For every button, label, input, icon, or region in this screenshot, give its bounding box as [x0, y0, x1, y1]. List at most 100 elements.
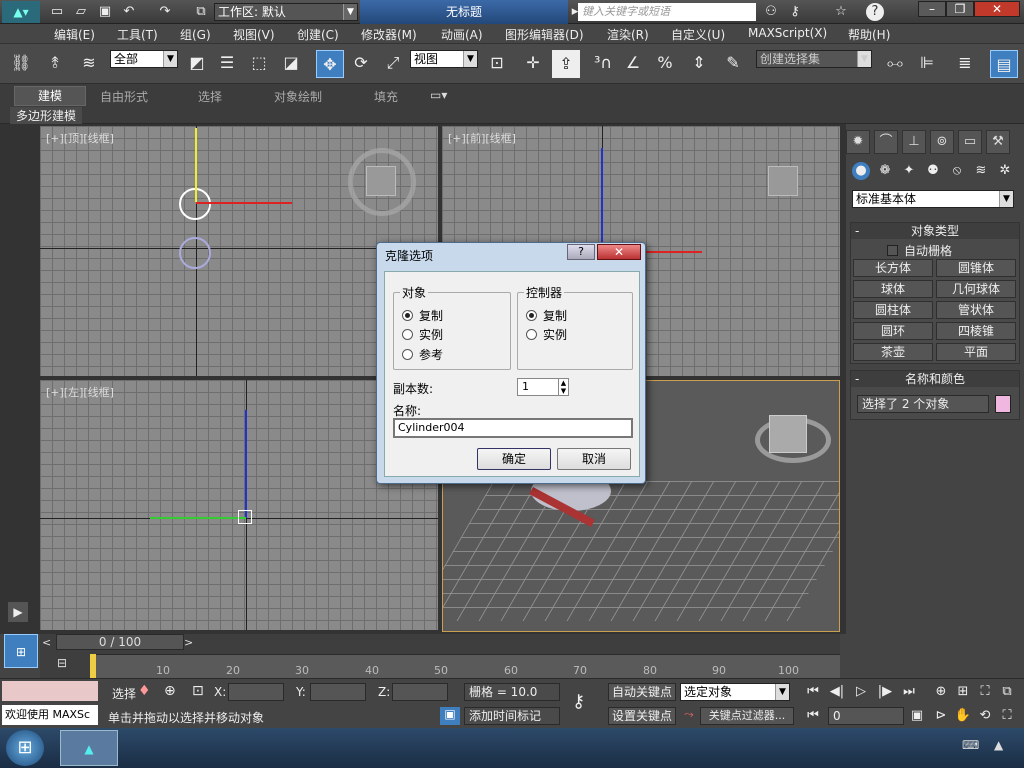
menu-modifiers[interactable]: 修改器(M) [361, 26, 417, 43]
reference-coord-dropdown[interactable]: 视图 ▼ [410, 50, 478, 68]
scale-icon[interactable]: ⤢ [382, 52, 404, 74]
workspace-dropdown[interactable]: 工作区: 默认 ▼ [214, 3, 358, 21]
z-coordinate-field[interactable] [392, 683, 448, 701]
gizmo-z-axis[interactable] [245, 410, 247, 518]
next-frame-icon[interactable]: |▶ [876, 683, 894, 701]
time-tag-icon[interactable]: ▣ [440, 707, 460, 725]
bind-spacewarp-icon[interactable]: ≋ [78, 52, 100, 74]
shapes-icon[interactable]: ❁ [876, 162, 894, 180]
menu-graph-editors[interactable]: 图形编辑器(D) [505, 26, 584, 43]
menu-customize[interactable]: 自定义(U) [671, 26, 725, 43]
viewcube-face[interactable] [366, 166, 396, 196]
autogrid-checkbox[interactable]: 自动栅格 [887, 242, 952, 259]
auto-key-button[interactable]: 自动关键点 [608, 683, 676, 701]
motion-tab-icon[interactable]: ⊚ [930, 130, 954, 154]
snaps-toggle-icon[interactable]: ³∩ [592, 52, 614, 74]
redo-icon[interactable]: ↷ [156, 3, 174, 21]
selection-filter-dropdown[interactable]: 全部 ▼ [110, 50, 178, 68]
goto-start-icon[interactable]: ⏮ [804, 683, 822, 701]
spinner-arrows-icon[interactable]: ▲ ▼ [558, 379, 568, 395]
viewport-label[interactable]: [+][顶][线框] [46, 130, 114, 146]
modify-tab-icon[interactable]: ⌒ [874, 130, 898, 154]
maxscript-mini-listener[interactable]: 欢迎使用 MAXSc [2, 705, 98, 725]
ribbon-toggle-icon[interactable]: ▤ [990, 50, 1018, 78]
object-color-swatch[interactable] [995, 395, 1011, 413]
key-filters-button[interactable]: 关键点过滤器... [700, 707, 794, 725]
tab-modeling[interactable]: 建模 [14, 86, 86, 106]
new-file-icon[interactable]: ▭ [48, 3, 66, 21]
ribbon-options-icon[interactable]: ▭▾ [430, 88, 447, 102]
tab-object-paint[interactable]: 对象绘制 [274, 88, 322, 105]
time-config-icon[interactable]: ▣ [908, 707, 926, 725]
tab-populate[interactable]: 填充 [374, 88, 398, 105]
object-name-field[interactable]: 选择了 2 个对象 [857, 395, 989, 413]
name-color-header[interactable]: - 名称和颜色 [851, 371, 1019, 387]
category-dropdown[interactable]: 标准基本体 ▼ [852, 190, 1014, 208]
project-folder-icon[interactable]: ⧉ [192, 3, 210, 21]
search-input[interactable]: 键入关键字或短语 [578, 3, 756, 21]
viewport-navigation-toggle[interactable]: ▶ [8, 602, 28, 622]
trackbar[interactable] [90, 654, 840, 678]
tube-button[interactable]: 管状体 [936, 301, 1016, 319]
controller-copy-radio[interactable]: 复制 [526, 307, 567, 324]
ok-button[interactable]: 确定 [477, 448, 551, 470]
set-key-icon[interactable]: ⚷ [572, 691, 585, 712]
spinner-snap-icon[interactable]: ⇕ [688, 52, 710, 74]
cameras-icon[interactable]: ⚉ [924, 162, 942, 180]
app-logo-icon[interactable]: ▲▾ [2, 1, 40, 23]
goto-end-icon[interactable]: ⏭ [900, 683, 918, 701]
viewcube-face[interactable] [769, 415, 807, 453]
object-reference-radio[interactable]: 参考 [402, 346, 443, 363]
gizmo-x-axis[interactable] [196, 202, 292, 204]
utilities-tab-icon[interactable]: ⚒ [986, 130, 1010, 154]
display-tab-icon[interactable]: ▭ [958, 130, 982, 154]
gizmo-y-axis[interactable] [150, 517, 246, 519]
dialog-help-button[interactable]: ? [567, 244, 595, 260]
geosphere-button[interactable]: 几何球体 [936, 280, 1016, 298]
help-icon[interactable]: ? [866, 3, 884, 21]
menu-maxscript[interactable]: MAXScript(X) [748, 26, 827, 40]
percent-snap-icon[interactable]: % [654, 52, 676, 74]
mirror-icon[interactable]: ⧟ [884, 52, 906, 74]
viewport-label[interactable]: [+][左][线框] [46, 384, 114, 400]
box-button[interactable]: 长方体 [853, 259, 933, 277]
play-icon[interactable]: ▷ [852, 683, 870, 701]
teapot-button[interactable]: 茶壶 [853, 343, 933, 361]
edit-named-selection-icon[interactable]: ✎ [722, 52, 744, 74]
sphere-button[interactable]: 球体 [853, 280, 933, 298]
pivot-center-icon[interactable]: ⊡ [486, 52, 508, 74]
polygon-modeling-label[interactable]: 多边形建模 [10, 107, 83, 124]
create-tab-icon[interactable]: ✹ [846, 130, 870, 154]
systems-icon[interactable]: ✲ [996, 162, 1014, 180]
viewport-label[interactable]: [+][前][线框] [448, 130, 516, 146]
hierarchy-tab-icon[interactable]: ⊥ [902, 130, 926, 154]
set-key-button[interactable]: 设置关键点 [608, 707, 676, 725]
key-icon[interactable]: ⚷ [786, 3, 804, 21]
move-icon[interactable]: ✥ [316, 50, 344, 78]
align-icon[interactable]: ⊫ [916, 52, 938, 74]
key-mode-toggle-icon[interactable]: ⏮ [804, 707, 822, 725]
keyboard-icon[interactable]: ⌨ [962, 738, 979, 752]
geometry-icon[interactable]: ● [852, 162, 870, 180]
cylinder-button[interactable]: 圆柱体 [853, 301, 933, 319]
transform-mode-icon[interactable]: ⊡ [192, 683, 204, 699]
object-instance-radio[interactable]: 实例 [402, 326, 443, 343]
tab-selection[interactable]: 选择 [198, 88, 222, 105]
tray-arrow-icon[interactable]: ▲ [994, 738, 1003, 752]
menu-help[interactable]: 帮助(H) [848, 26, 890, 43]
controller-instance-radio[interactable]: 实例 [526, 326, 567, 343]
key-mode-dropdown[interactable]: 选定对象 ▼ [680, 683, 790, 701]
maximize-viewport-icon[interactable]: ⛶ [998, 707, 1016, 725]
window-crossing-icon[interactable]: ◪ [280, 52, 302, 74]
plane-button[interactable]: 平面 [936, 343, 1016, 361]
select-by-name-icon[interactable]: ☰ [216, 52, 238, 74]
cancel-button[interactable]: 取消 [557, 448, 631, 470]
x-coordinate-field[interactable] [228, 683, 284, 701]
zoom-all-icon[interactable]: ⊞ [954, 683, 972, 701]
binoculars-icon[interactable]: ⚇ [762, 3, 780, 21]
keyboard-shortcut-icon[interactable]: ⇪ [552, 50, 580, 78]
menu-edit[interactable]: 编辑(E) [54, 26, 95, 43]
named-selection-dropdown[interactable]: 创建选择集 ▼ [756, 50, 872, 68]
key-filters-icon[interactable]: ⤳ [684, 707, 694, 722]
isolate-icon[interactable]: ♦ [138, 683, 151, 699]
